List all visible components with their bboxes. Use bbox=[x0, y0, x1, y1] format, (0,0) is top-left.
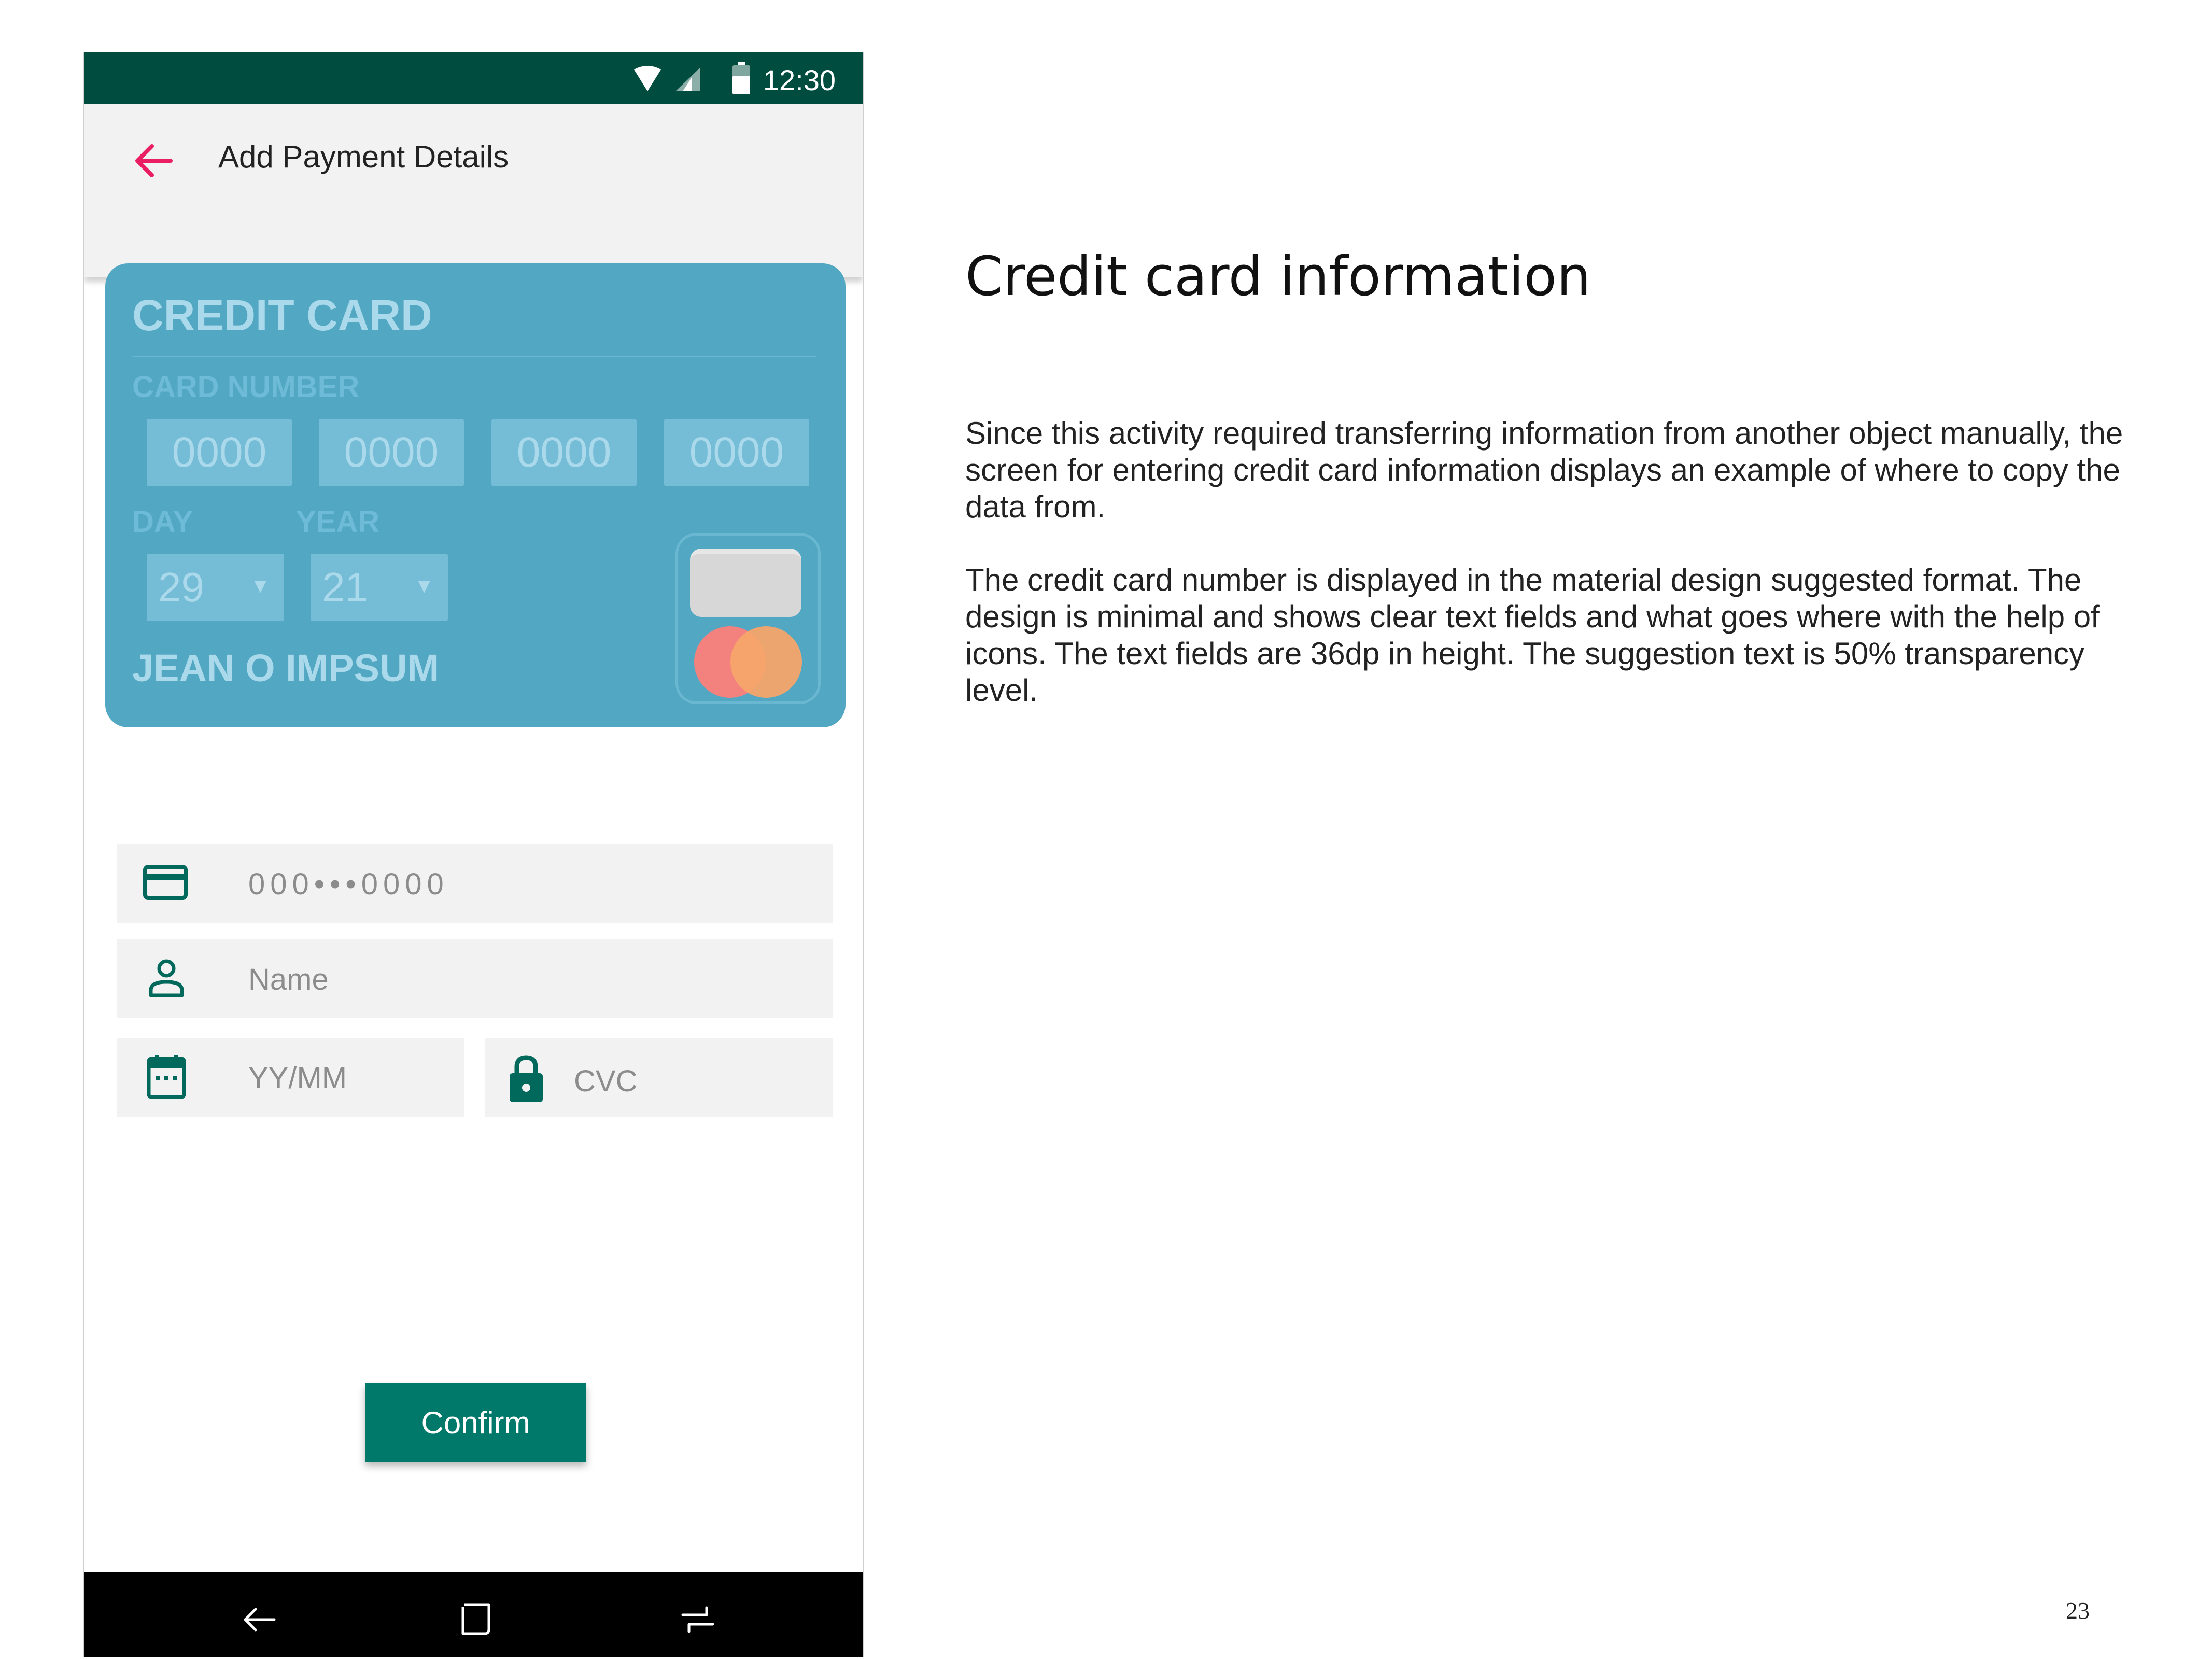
card-brand-circle-orange bbox=[730, 626, 802, 698]
card-number-label: CARD NUMBER bbox=[132, 370, 360, 404]
card-day-select: 29 ▼ bbox=[147, 554, 284, 621]
card-day-value: 29 bbox=[158, 564, 204, 610]
cvc-placeholder: CVC bbox=[574, 1064, 638, 1098]
expiry-field[interactable]: YY/MM bbox=[117, 1038, 464, 1117]
credit-card-icon bbox=[143, 865, 188, 900]
doc-heading: Credit card information bbox=[965, 245, 1591, 308]
card-year-value: 21 bbox=[322, 564, 368, 610]
card-number-placeholder: 000•••0000 bbox=[248, 867, 449, 901]
status-bar: 12:30 bbox=[84, 52, 863, 104]
page-number: 23 bbox=[2066, 1597, 2090, 1624]
card-divider bbox=[132, 356, 816, 357]
app-bar: Add Payment Details bbox=[84, 104, 863, 277]
phone-screen: 12:30 Add Payment Details CREDIT CARD CA… bbox=[83, 52, 864, 1657]
page-title: Add Payment Details bbox=[218, 139, 509, 174]
confirm-button[interactable]: Confirm bbox=[365, 1383, 586, 1462]
nav-back-icon[interactable] bbox=[241, 1601, 277, 1638]
wifi-icon bbox=[634, 66, 661, 91]
name-field[interactable]: Name bbox=[117, 939, 833, 1018]
doc-paragraph: The credit card number is displayed in t… bbox=[965, 563, 2100, 708]
card-title: CREDIT CARD bbox=[132, 291, 432, 340]
card-number-field[interactable]: 000•••0000 bbox=[117, 844, 833, 923]
card-chip bbox=[690, 549, 801, 617]
card-year-select: 21 ▼ bbox=[311, 554, 448, 621]
calendar-icon bbox=[147, 1055, 186, 1099]
navigation-bar bbox=[84, 1572, 863, 1657]
battery-icon bbox=[732, 62, 750, 94]
cvc-field[interactable]: CVC bbox=[485, 1038, 833, 1117]
card-number-group: 0000 bbox=[319, 419, 464, 486]
card-holder-name: JEAN O IMPSUM bbox=[132, 646, 440, 690]
doc-paragraph: Since this activity required transferrin… bbox=[965, 416, 2123, 524]
nav-recents-icon[interactable] bbox=[680, 1601, 716, 1638]
back-arrow-icon[interactable] bbox=[132, 140, 174, 181]
signal-icon bbox=[675, 67, 700, 91]
person-icon bbox=[149, 959, 184, 997]
card-year-label: YEAR bbox=[296, 505, 380, 539]
name-placeholder: Name bbox=[248, 963, 329, 996]
card-number-group: 0000 bbox=[147, 419, 292, 486]
lock-icon bbox=[510, 1055, 543, 1102]
card-day-label: DAY bbox=[132, 505, 193, 539]
card-number-group: 0000 bbox=[664, 419, 809, 486]
chevron-down-icon: ▼ bbox=[414, 574, 434, 597]
expiry-placeholder: YY/MM bbox=[248, 1061, 347, 1095]
chevron-down-icon: ▼ bbox=[250, 574, 271, 597]
credit-card-illustration: CREDIT CARD CARD NUMBER 0000 0000 0000 0… bbox=[105, 263, 846, 727]
nav-home-icon[interactable] bbox=[458, 1600, 494, 1637]
status-time: 12:30 bbox=[763, 64, 836, 96]
card-number-group: 0000 bbox=[491, 419, 637, 486]
